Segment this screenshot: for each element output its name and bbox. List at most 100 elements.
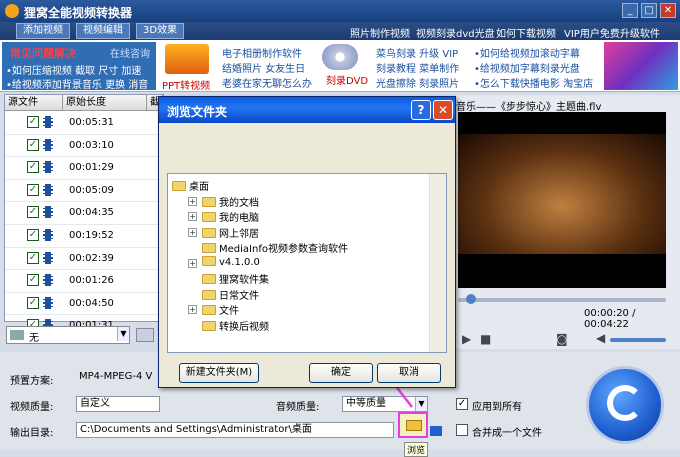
preset-label: 预置方案: [10,376,54,387]
tree-node[interactable]: 日常文件 [188,287,259,302]
output-dir-input[interactable]: C:\Documents and Settings\Administrator\… [76,422,394,438]
apply-all-checkbox[interactable]: ✓ [456,398,468,410]
row-checkbox[interactable]: ✓ [27,274,39,287]
ppt-icon[interactable] [165,44,209,74]
tree-node[interactable]: + 网上邻居 [188,225,259,240]
link-download-video[interactable]: 如何下载视频 [496,25,556,40]
dialog-close-button[interactable]: ✕ [433,100,453,120]
seek-bar[interactable] [458,298,666,302]
ad-link[interactable]: 老婆在家无聊怎么办 [222,75,312,90]
row-checkbox[interactable]: ✓ [27,229,39,241]
volume-slider[interactable] [610,338,666,342]
tree-node-label: 狸窝软件集 [219,275,269,286]
audio-track-icon[interactable] [136,328,154,342]
folder-icon [202,212,216,222]
ad-link[interactable]: 刻录教程 菜单制作 [376,60,459,75]
col-original-length[interactable]: 原始长度 [63,95,147,111]
help-button[interactable]: ? [411,100,431,120]
game-banner-image[interactable] [604,42,678,90]
table-row[interactable]: ✓ 00:19:52 [5,225,163,248]
table-row[interactable]: ✓ 00:04:35 [5,202,163,225]
preset-select[interactable]: MP4-MPEG-4 V [76,370,160,386]
browse-folder-button[interactable] [398,412,428,438]
table-row[interactable]: ✓ 00:01:29 [5,157,163,180]
tree-node[interactable]: + 文件 [188,302,239,317]
expand-icon[interactable]: + [188,196,197,206]
faq-title[interactable]: 常见问题解决 [10,45,76,61]
row-checkbox[interactable]: ✓ [27,206,39,219]
folder-icon [406,420,422,431]
table-row[interactable]: ✓ 00:01:26 [5,270,163,293]
dvd-disc-icon[interactable] [322,44,358,70]
row-checkbox[interactable]: ✓ [27,251,39,264]
convert-button[interactable] [586,366,664,444]
chevron-down-icon[interactable]: ▼ [117,327,129,341]
table-row[interactable]: ✓ 00:05:31 [5,112,163,135]
link-photo-video[interactable]: 照片制作视频 [350,25,410,40]
seek-handle[interactable] [466,294,476,304]
ad-link[interactable]: •给视频加字幕刻录光盘 [474,60,580,75]
maximize-button[interactable]: □ [641,3,657,18]
row-checkbox[interactable]: ✓ [27,161,39,174]
row-checkbox[interactable]: ✓ [27,138,39,151]
expand-icon[interactable]: + [188,305,197,314]
new-folder-button[interactable]: 新建文件夹(M) [179,363,259,383]
link-burn-dvd[interactable]: 视频刻录dvd光盘 [416,25,495,40]
row-duration: 00:04:35 [69,207,114,219]
dvd-label[interactable]: 刻录DVD [326,72,368,87]
row-duration: 00:02:39 [69,252,114,264]
table-row[interactable]: ✓ 00:03:10 [5,135,163,158]
expand-icon[interactable]: + [188,212,197,221]
tab-add-video[interactable]: 添加视频 [16,23,70,39]
col-source-file[interactable]: 源文件 [5,95,63,111]
table-row[interactable]: ✓ 00:05:09 [5,180,163,203]
tree-node[interactable]: 狸窝软件集 [188,271,269,286]
video-preview[interactable] [458,112,666,288]
folder-icon [202,289,216,300]
volume-icon[interactable]: ◀ [596,331,605,345]
faq-link[interactable]: •给视频添加背景音乐 更换 消音 [6,76,148,91]
faq-link[interactable]: •如何压缩视频 截取 尺寸 加速 [6,62,141,77]
play-icon[interactable]: ▶ [462,332,471,346]
tree-node[interactable]: + 我的电脑 [188,209,259,224]
row-checkbox[interactable]: ✓ [27,183,39,196]
apply-all-label[interactable]: 应用到所有 [472,398,522,413]
link-vip-upgrade[interactable]: VIP用户免费升级软件 [564,25,660,40]
subtitle-select[interactable]: 无 ▼ [6,326,130,344]
tab-3d-effect[interactable]: 3D效果 [136,23,185,39]
tree-node[interactable]: 转换后视频 [188,318,269,333]
row-duration: 00:05:31 [69,117,114,128]
close-icon[interactable]: ✕ [660,3,676,18]
video-quality-select[interactable]: 自定义 [76,396,160,412]
faq-panel: 常见问题解决 在线咨询 •如何压缩视频 截取 尺寸 加速 •给视频添加背景音乐 … [2,42,156,91]
tree-node[interactable]: + v4.1.0.0 [188,255,260,270]
ad-link[interactable]: •如何给视频加滚动字幕 [474,45,580,60]
camera-icon[interactable]: ◙ [556,332,568,346]
merge-checkbox[interactable] [456,424,468,436]
ad-link[interactable]: 菜鸟刻录 升级 VIP [376,45,458,60]
merge-label[interactable]: 合并成一个文件 [472,424,542,439]
ad-link[interactable]: 电子相册制作软件 [222,45,302,60]
tree-scrollbar[interactable] [429,174,446,352]
tree-node[interactable]: + 我的文档 [188,194,259,209]
table-row[interactable]: ✓ 00:04:50 [5,293,163,316]
tab-video-edit[interactable]: 视频编辑 [76,23,130,39]
row-checkbox[interactable]: ✓ [27,116,39,128]
expand-icon[interactable]: + [188,258,197,268]
row-checkbox[interactable]: ✓ [27,296,39,309]
ad-link[interactable]: 结婚照片 女友生日 [222,60,305,75]
expand-icon[interactable]: + [188,227,197,237]
ok-button[interactable]: 确定 [309,363,373,383]
tree-node[interactable]: 桌面 [172,178,209,193]
minimize-button[interactable]: _ [622,3,638,18]
tree-node[interactable]: MediaInfo视频参数查询软件 [188,240,348,255]
faq-online-link[interactable]: 在线咨询 [110,45,150,60]
output-dir-label: 输出目录: [10,428,54,439]
stop-icon[interactable]: ■ [480,332,491,346]
ad-link[interactable]: •怎么下载快播电影 淘宝店 [474,75,593,90]
table-row[interactable]: ✓ 00:02:39 [5,248,163,271]
open-folder-icon[interactable] [430,426,442,436]
cancel-button[interactable]: 取消 [377,363,441,383]
ppt-label[interactable]: PPT转视频 [162,77,210,92]
ad-link[interactable]: 光盘擦除 刻录照片 [376,75,459,90]
